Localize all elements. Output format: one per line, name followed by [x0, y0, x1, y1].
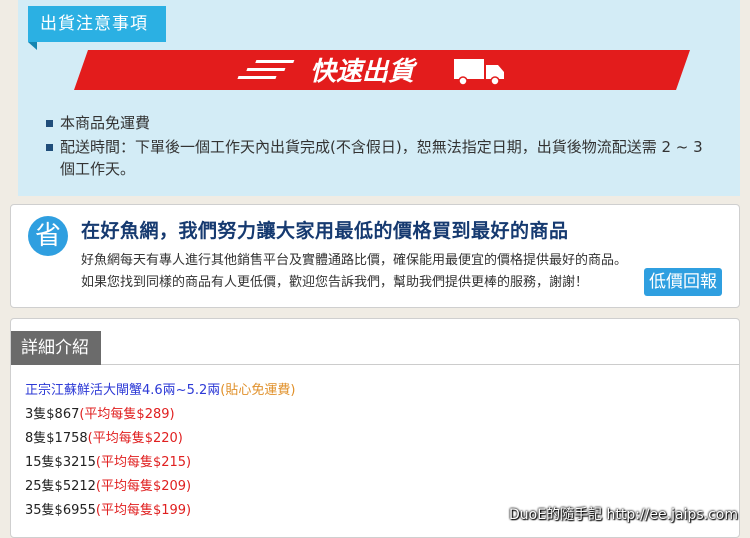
- shipping-notice-tab: 出貨注意事項: [28, 6, 166, 50]
- shipping-note: 配送時間：下單後一個工作天內出貨完成(不含假日)，恕無法指定日期，出貨後物流配送…: [46, 136, 706, 180]
- lowest-price-title: 在好魚網，我們努力讓大家用最低的價格買到最好的商品: [81, 220, 569, 242]
- price-tier: 3隻$867(平均每隻$289): [25, 403, 175, 422]
- tier-average: (平均每隻$209): [95, 479, 192, 494]
- watermark: DuoE的隨手記 http://ee.jaips.com: [509, 507, 738, 523]
- delivery-time-note: 配送時間：下單後一個工作天內出貨完成(不含假日)，恕無法指定日期，出貨後物流配送…: [60, 138, 703, 178]
- price-tier: 8隻$1758(平均每隻$220): [25, 427, 183, 446]
- tier-average: (平均每隻$289): [79, 407, 175, 422]
- price-compare-text: 好魚網每天有專人進行其他銷售平台及實體通路比價，確保能用最便宜的價格提供最好的商…: [81, 253, 628, 268]
- tier-qty-price: 3隻$867: [25, 407, 80, 422]
- tier-qty-price: 15隻$3215: [25, 455, 96, 470]
- save-badge-icon: 省: [28, 216, 68, 256]
- free-shipping-note: 本商品免運費: [60, 114, 151, 132]
- divider: [101, 364, 739, 365]
- price-tier: 15隻$3215(平均每隻$215): [25, 451, 191, 470]
- report-lower-price-text: 如果您找到同樣的商品有人更低價，歡迎您告訴我們，幫助我們提供更棒的服務，謝謝！: [81, 275, 589, 290]
- price-tier: 35隻$6955(平均每隻$199): [25, 499, 191, 518]
- product-name: 正宗江蘇鮮活大閘蟹4.6兩~5.2兩: [25, 383, 221, 398]
- shipping-notice-panel: 出貨注意事項 快速出貨 本商品免運費 配送時間：下單後一個工作天內出貨完成(不含: [18, 0, 740, 196]
- detail-tab: 詳細介紹: [11, 331, 101, 365]
- fast-shipping-text: 快速出貨: [310, 57, 418, 87]
- lowest-price-panel: 省 在好魚網，我們努力讓大家用最低的價格買到最好的商品 好魚網每天有專人進行其他…: [10, 204, 740, 308]
- free-shipping-label: (貼心免運費): [220, 383, 296, 398]
- tier-qty-price: 25隻$5212: [25, 479, 96, 494]
- tier-average: (平均每隻$220): [87, 431, 183, 446]
- tier-average: (平均每隻$199): [95, 503, 192, 518]
- bullet-icon: [46, 144, 53, 151]
- fast-shipping-banner: 快速出貨: [74, 50, 690, 90]
- bullet-icon: [46, 120, 53, 127]
- tier-average: (平均每隻$215): [95, 455, 192, 470]
- report-low-price-button[interactable]: 低價回報: [644, 268, 722, 296]
- shipping-note: 本商品免運費: [46, 112, 706, 134]
- product-title: 正宗江蘇鮮活大閘蟹4.6兩~5.2兩(貼心免運費): [25, 379, 295, 398]
- tier-qty-price: 8隻$1758: [25, 431, 88, 446]
- tier-qty-price: 35隻$6955: [25, 503, 96, 518]
- shipping-notes-list: 本商品免運費 配送時間：下單後一個工作天內出貨完成(不含假日)，恕無法指定日期，…: [46, 112, 706, 182]
- price-tier: 25隻$5212(平均每隻$209): [25, 475, 191, 494]
